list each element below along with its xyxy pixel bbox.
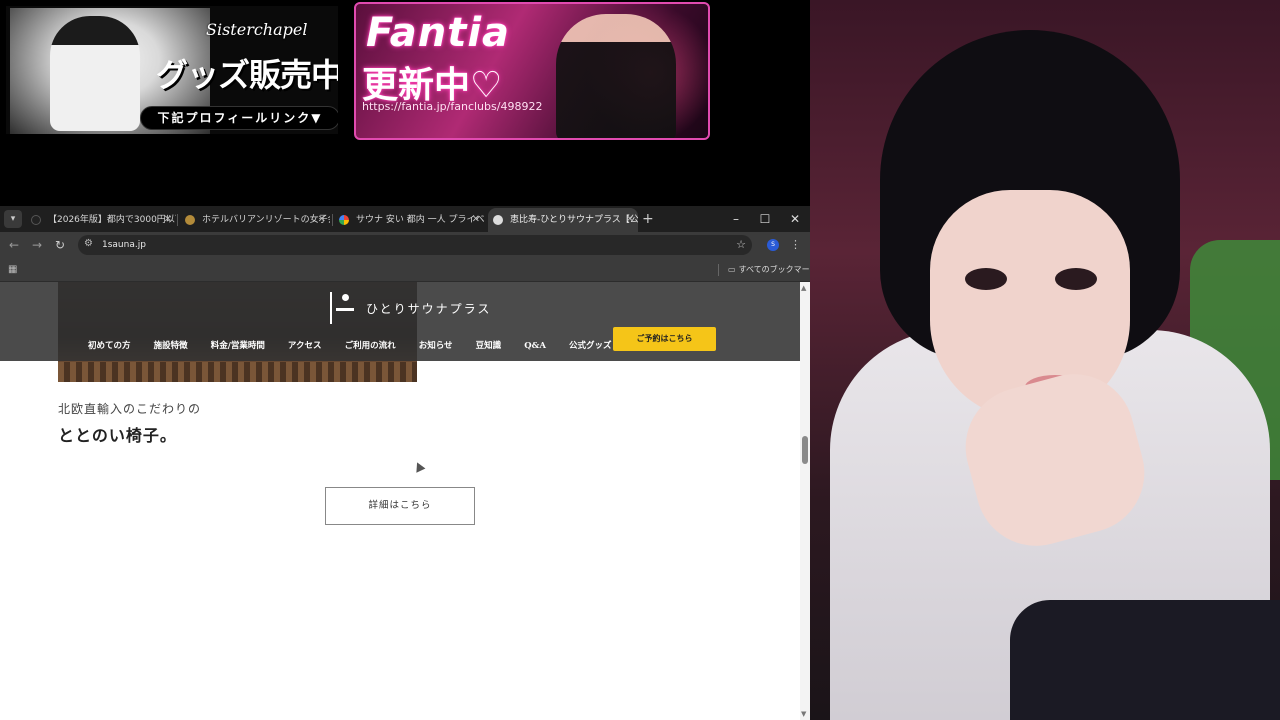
- goods-brand: Sisterchapel: [206, 20, 308, 39]
- url-text: 1sauna.jp: [102, 240, 146, 250]
- scroll-up-icon[interactable]: ▲: [801, 284, 806, 292]
- bookmarks-bar: ▦ ▭ すべてのブックマーク: [0, 258, 810, 282]
- sauna-logo-icon: [330, 292, 360, 324]
- browser-toolbar: ← → ↻ ⚙ 1sauna.jp ☆ S ⋮: [0, 232, 810, 258]
- folder-icon: ▭: [728, 265, 736, 274]
- tab-search-button[interactable]: ▾: [4, 210, 22, 228]
- profile-avatar[interactable]: S: [767, 239, 779, 251]
- tab-tokyo-3000[interactable]: 【2026年版】都内で3000円以下の ✕: [26, 208, 176, 232]
- chair-caption-sub: 北欧直輸入のこだわりの: [58, 402, 202, 416]
- google-icon: [339, 215, 349, 225]
- tab-strip: ▾ 【2026年版】都内で3000円以下の ✕ ホテルバリアンリゾートの女子会 …: [0, 206, 810, 232]
- tab-label: サウナ 安い 都内 一人 プライベート: [356, 215, 484, 225]
- nav-usage-flow[interactable]: ご利用の流れ: [345, 339, 396, 351]
- window-close-button[interactable]: ✕: [783, 209, 807, 229]
- maximize-button[interactable]: ☐: [753, 209, 777, 229]
- fantia-banner: Fantia 更新中♡ https://fantia.jp/fanclubs/4…: [354, 2, 710, 140]
- webcam-feed: [810, 0, 1280, 720]
- web-page: ひとりサウナプラス 初めての方 施設特徴 料金/営業時間 アクセス ご利用の流れ…: [0, 282, 800, 720]
- site-info-icon[interactable]: ⚙: [84, 238, 93, 249]
- browser-menu-icon[interactable]: ⋮: [790, 236, 801, 254]
- nav-official-goods[interactable]: 公式グッズ: [569, 339, 612, 351]
- all-bookmarks-label: すべてのブックマーク: [738, 265, 810, 274]
- fantia-url: https://fantia.jp/fanclubs/498922: [362, 100, 543, 113]
- scroll-down-icon[interactable]: ▼: [801, 710, 806, 718]
- bookmark-star-icon[interactable]: ☆: [736, 236, 746, 254]
- close-icon[interactable]: ✕: [318, 208, 326, 232]
- stream-screen: Sisterchapel グッズ販売中 下記プロフィールリンク▼ Fantia …: [0, 0, 1280, 720]
- tab-label: 【2026年版】都内で3000円以下の: [48, 215, 176, 225]
- fantia-title: Fantia: [366, 10, 511, 56]
- reserve-button[interactable]: ご予約はこちら: [613, 327, 716, 351]
- site-nav: 初めての方 施設特徴 料金/営業時間 アクセス ご利用の流れ お知らせ 豆知識 …: [88, 333, 630, 351]
- site-favicon-icon: [31, 215, 41, 225]
- tab-label: ホテルバリアンリゾートの女子会 | 女: [202, 215, 330, 225]
- browser-window: ▾ 【2026年版】都内で3000円以下の ✕ ホテルバリアンリゾートの女子会 …: [0, 206, 810, 720]
- reload-button[interactable]: ↻: [51, 236, 69, 254]
- nav-features[interactable]: 施設特徴: [154, 339, 188, 351]
- tab-hitori-sauna[interactable]: 恵比寿-ひとりサウナプラス【公式】 ✕: [488, 208, 638, 232]
- tab-hotel-barian[interactable]: ホテルバリアンリゾートの女子会 | 女 ✕: [180, 208, 330, 232]
- chair-caption-main: ととのい椅子。: [58, 426, 177, 445]
- nav-access[interactable]: アクセス: [288, 339, 322, 351]
- mouse-cursor-icon: [412, 460, 426, 473]
- scrollbar-thumb[interactable]: [802, 436, 808, 464]
- goods-headline: グッズ販売中: [156, 56, 340, 94]
- minimize-button[interactable]: –: [724, 209, 748, 229]
- address-bar[interactable]: ⚙ 1sauna.jp ☆: [78, 235, 752, 255]
- back-button[interactable]: ←: [5, 236, 23, 254]
- details-button[interactable]: 詳細はこちら: [325, 487, 475, 525]
- nav-news[interactable]: お知らせ: [419, 339, 453, 351]
- nav-trivia[interactable]: 豆知識: [476, 339, 502, 351]
- tab-google-search[interactable]: サウナ 安い 都内 一人 プライベート ✕: [334, 208, 484, 232]
- logo-text: ひとりサウナプラス: [366, 302, 492, 316]
- fantia-photo: [556, 14, 676, 138]
- nav-faq[interactable]: Q&A: [524, 341, 546, 351]
- goods-sale-banner: Sisterchapel グッズ販売中 下記プロフィールリンク▼: [4, 4, 340, 136]
- nav-first-time[interactable]: 初めての方: [88, 339, 131, 351]
- all-bookmarks-button[interactable]: ▭ すべてのブックマーク: [728, 258, 810, 282]
- goods-profile-link-pill: 下記プロフィールリンク▼: [140, 106, 338, 130]
- site-favicon-icon: [185, 215, 195, 225]
- nav-pricing-hours[interactable]: 料金/営業時間: [211, 339, 265, 351]
- close-icon[interactable]: ✕: [164, 208, 172, 232]
- page-scrollbar[interactable]: ▲ ▼: [800, 282, 810, 720]
- site-header: ひとりサウナプラス 初めての方 施設特徴 料金/営業時間 アクセス ご利用の流れ…: [0, 282, 800, 361]
- forward-button[interactable]: →: [28, 236, 46, 254]
- site-favicon-icon: [493, 215, 503, 225]
- close-icon[interactable]: ✕: [626, 208, 634, 232]
- apps-grid-icon[interactable]: ▦: [8, 264, 17, 275]
- new-tab-button[interactable]: +: [642, 208, 654, 230]
- tab-label: 恵比寿-ひとりサウナプラス【公式】: [510, 215, 638, 225]
- close-icon[interactable]: ✕: [472, 208, 480, 232]
